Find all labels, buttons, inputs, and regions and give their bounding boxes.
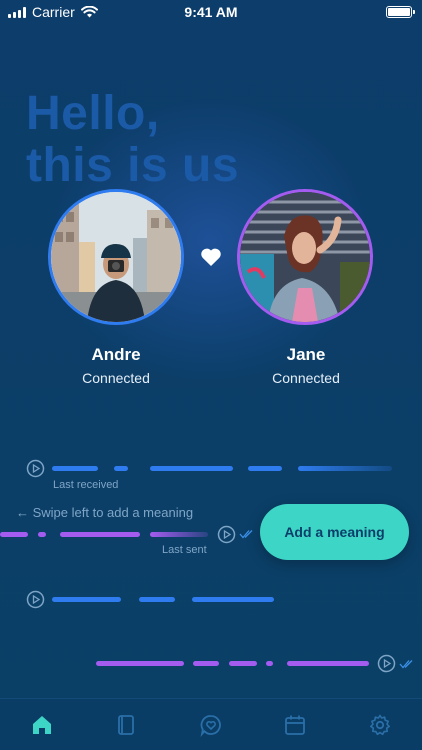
home-icon[interactable]: [30, 713, 54, 737]
play-icon[interactable]: [26, 459, 45, 478]
avatar-jane[interactable]: [237, 189, 373, 325]
andre-name: Andre: [91, 345, 141, 364]
status-bar: Carrier 9:41 AM: [0, 0, 422, 24]
book-icon[interactable]: [114, 713, 138, 737]
voice-waveform: [52, 466, 392, 471]
andre-photo: [51, 192, 181, 322]
swipe-hint: ← Swipe left to add a meaning: [16, 505, 194, 520]
hero-title-line-1: Hello,: [26, 87, 160, 140]
jane-photo: [240, 192, 370, 322]
heart-icon: [201, 248, 221, 266]
hero-title: Hello, this is us: [26, 88, 239, 192]
chat-heart-icon[interactable]: [199, 713, 223, 737]
jane-name: Jane: [286, 345, 326, 364]
voice-waveform: [96, 661, 370, 666]
gear-icon[interactable]: [368, 713, 392, 737]
voice-waveform: [52, 597, 274, 602]
calendar-icon[interactable]: [283, 713, 307, 737]
battery-icon: [386, 6, 415, 18]
play-icon[interactable]: [26, 590, 45, 609]
play-icon[interactable]: [217, 525, 236, 544]
status-time: 9:41 AM: [184, 4, 238, 20]
message-sent-2[interactable]: [0, 654, 422, 674]
voice-waveform: [0, 532, 210, 537]
tab-bar: [0, 698, 422, 750]
add-meaning-button[interactable]: Add a meaning: [260, 504, 409, 560]
double-check-icon: [399, 660, 413, 669]
andre-status: Connected: [82, 370, 150, 386]
last-sent-caption: Last sent: [162, 544, 207, 556]
last-received-caption: Last received: [53, 479, 119, 491]
app-screen: Carrier 9:41 AM Hello, this is us Andre …: [0, 0, 422, 750]
message-received-1[interactable]: Last received: [0, 458, 422, 498]
play-icon[interactable]: [377, 654, 396, 673]
avatar-andre[interactable]: [48, 189, 184, 325]
jane-status: Connected: [272, 370, 340, 386]
double-check-icon: [239, 530, 253, 539]
hero-title-line-2: this is us: [26, 139, 240, 192]
message-received-2[interactable]: [0, 590, 422, 610]
